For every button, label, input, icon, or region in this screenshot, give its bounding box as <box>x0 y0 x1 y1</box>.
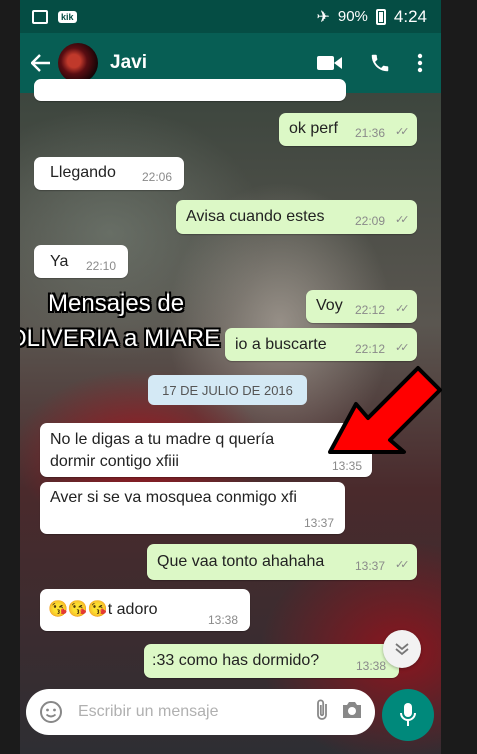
message-input[interactable] <box>76 702 270 722</box>
read-receipt-icon: ✓✓ <box>395 559 410 571</box>
battery-percent: 90% <box>337 8 368 25</box>
message-time: 22:09 <box>355 214 386 228</box>
attach-icon[interactable] <box>315 698 329 727</box>
message-bubble[interactable]: Que vaa tonto ahahaha 13:37 ✓✓ <box>147 544 417 580</box>
battery-icon <box>375 8 386 25</box>
message-time: 22:06 <box>142 170 173 184</box>
message-text: io a buscarte <box>235 336 327 353</box>
back-arrow-icon[interactable] <box>30 52 52 74</box>
video-call-icon[interactable] <box>317 54 343 72</box>
message-text: Aver si se va mosquea conmigo xfi <box>50 489 297 506</box>
message-bubble[interactable]: ok perf 21:36 ✓✓ <box>279 113 417 146</box>
kik-icon: kik <box>58 10 77 23</box>
message-bubble[interactable]: Ya 22:10 <box>34 245 128 278</box>
read-receipt-icon: ✓✓ <box>395 214 410 226</box>
message-composer <box>26 689 375 735</box>
status-bar: kik ✈ 90% 4:24 <box>20 0 441 33</box>
message-time: 22:12 <box>355 303 386 317</box>
read-receipt-icon: ✓✓ <box>395 303 410 315</box>
message-time: 13:37 <box>355 559 386 573</box>
contact-name[interactable]: Javi <box>110 52 147 74</box>
image-icon <box>32 9 48 24</box>
annotation-arrow-icon <box>328 366 442 454</box>
message-text: Llegando <box>50 164 116 181</box>
message-bubble-clipped[interactable] <box>34 79 346 101</box>
read-receipt-icon: ✓✓ <box>395 342 410 354</box>
message-bubble[interactable]: Voy 22:12 ✓✓ <box>306 290 417 323</box>
message-text: Que vaa tonto ahahaha <box>157 553 325 570</box>
message-time: 13:38 <box>208 613 239 627</box>
message-time: 22:10 <box>86 259 117 273</box>
message-time: 13:38 <box>356 659 387 673</box>
annotation-title-line2: OLIVERIA a MIARE <box>20 325 221 352</box>
message-text: Voy <box>316 297 343 314</box>
message-time: 22:12 <box>355 342 386 356</box>
message-text: ok perf <box>289 120 338 137</box>
airplane-icon: ✈ <box>316 8 330 26</box>
message-text: :33 como has dormido? <box>152 652 320 669</box>
message-bubble[interactable]: Llegando 22:06 <box>34 157 184 190</box>
message-bubble[interactable]: 😘😘😘t adoro 13:38 <box>40 589 250 631</box>
message-bubble[interactable]: io a buscarte 22:12 ✓✓ <box>225 328 417 361</box>
emoji-icon[interactable] <box>38 699 64 725</box>
chevron-down-icon <box>395 643 409 656</box>
message-text: No le digas a tu madre q quería dormir c… <box>50 431 275 470</box>
camera-icon[interactable] <box>341 700 363 725</box>
message-bubble[interactable]: Aver si se va mosquea conmigo xfi 13:37 <box>40 482 345 534</box>
more-vert-icon[interactable] <box>417 53 423 73</box>
message-bubble[interactable]: :33 como has dormido? 13:38 <box>144 644 399 678</box>
phone-icon[interactable] <box>369 52 391 74</box>
annotation-title-line1: Mensajes de <box>48 290 185 317</box>
mic-icon <box>400 703 416 726</box>
scroll-to-bottom-button[interactable] <box>383 630 421 668</box>
avatar[interactable] <box>58 43 98 83</box>
mic-button[interactable] <box>382 689 434 741</box>
clock: 4:24 <box>393 6 427 26</box>
message-text: Avisa cuando estes <box>186 208 325 225</box>
read-receipt-icon: ✓✓ <box>395 126 410 138</box>
date-separator: 17 DE JULIO DE 2016 <box>148 375 307 405</box>
message-text: Ya <box>50 253 69 270</box>
message-bubble[interactable]: Avisa cuando estes 22:09 ✓✓ <box>176 200 417 234</box>
message-text: 😘😘😘t adoro <box>48 601 158 618</box>
message-time: 13:37 <box>304 516 335 530</box>
message-time: 21:36 <box>355 126 386 140</box>
